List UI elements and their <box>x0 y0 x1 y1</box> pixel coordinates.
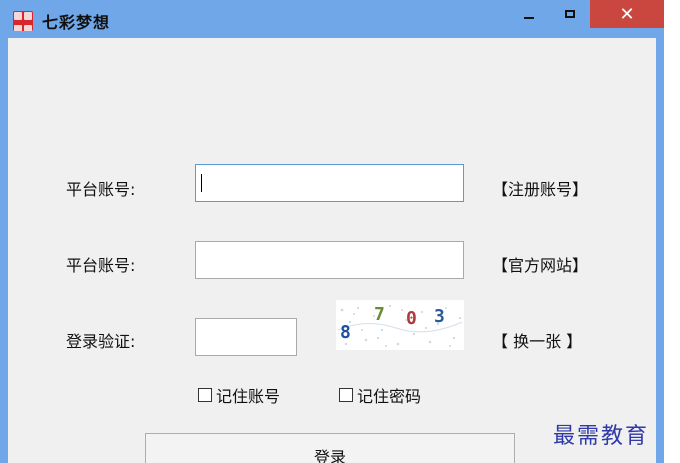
refresh-captcha-link[interactable]: 【 换一张 】 <box>492 328 582 352</box>
close-icon: ✕ <box>619 3 635 25</box>
title-bar[interactable]: 七彩梦想 ✕ <box>0 0 664 38</box>
remember-account-checkbox[interactable] <box>198 388 212 402</box>
captcha-char: 7 <box>374 304 385 325</box>
official-website-link[interactable]: 【官方网站】 <box>492 252 588 276</box>
maximize-button[interactable] <box>550 0 590 28</box>
login-button[interactable]: 登录 <box>145 433 515 463</box>
window-title: 七彩梦想 <box>42 13 111 32</box>
remember-password-checkbox[interactable] <box>339 388 353 402</box>
password-input[interactable] <box>195 241 464 279</box>
captcha-image[interactable]: 8 7 0 3 <box>336 300 464 350</box>
account-input[interactable] <box>195 164 464 202</box>
login-panel: 平台账号: 【注册账号】 平台账号: 【官方网站】 登录验证: 8 7 0 3 … <box>8 38 656 463</box>
remember-password-label: 记住密码 <box>357 387 422 406</box>
watermark-text: 最需教育 <box>553 424 650 449</box>
minimize-icon <box>524 17 534 19</box>
app-window: 七彩梦想 ✕ 平台账号: 【注册账号】 平台账号: 【官方网站】 登录验证: 8… <box>0 0 664 463</box>
minimize-button[interactable] <box>508 0 550 28</box>
captcha-input[interactable] <box>195 318 297 356</box>
remember-password-option[interactable]: 记住密码 <box>339 383 421 407</box>
close-button[interactable]: ✕ <box>590 0 664 28</box>
captcha-char: 8 <box>340 322 351 343</box>
app-logo-icon <box>13 11 33 31</box>
captcha-label: 登录验证: <box>66 332 136 351</box>
captcha-char: 3 <box>434 306 445 327</box>
maximize-icon <box>565 10 575 18</box>
password-label: 平台账号: <box>66 256 136 275</box>
remember-account-option[interactable]: 记住账号 <box>198 383 280 407</box>
captcha-char: 0 <box>406 308 417 329</box>
account-label: 平台账号: <box>66 180 136 199</box>
login-button-label: 登录 <box>313 448 346 463</box>
remember-account-label: 记住账号 <box>216 387 281 406</box>
register-account-link[interactable]: 【注册账号】 <box>492 176 588 200</box>
text-caret <box>201 174 202 192</box>
